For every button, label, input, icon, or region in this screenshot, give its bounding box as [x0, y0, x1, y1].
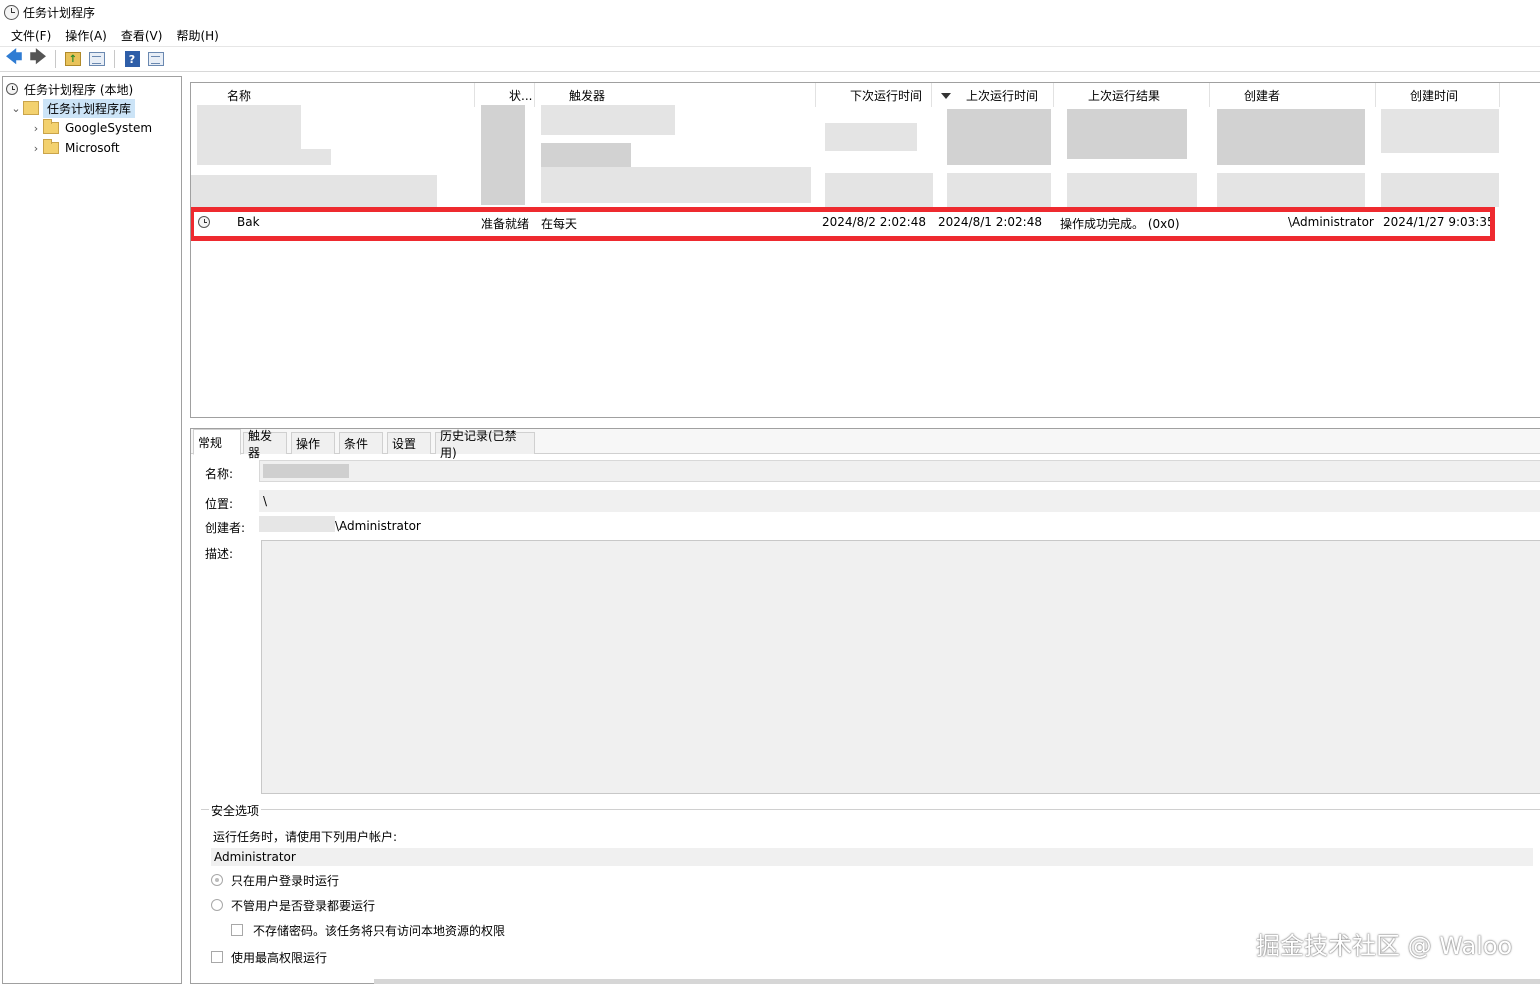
- description-label: 描述:: [205, 547, 234, 561]
- checkbox-do-not-store-password[interactable]: [231, 924, 243, 936]
- horizontal-scrollbar[interactable]: [374, 979, 1540, 984]
- menu-help[interactable]: 帮助(H): [169, 27, 225, 44]
- column-header-author[interactable]: 创建者: [1210, 83, 1376, 107]
- menu-bar: 文件(F) 操作(A) 查看(V) 帮助(H): [0, 24, 1540, 46]
- up-folder-icon: ↑: [65, 52, 81, 66]
- tree-item-label: 任务计划程序库: [43, 98, 136, 118]
- column-header-last-run[interactable]: 上次运行时间: [932, 83, 1054, 107]
- location-field[interactable]: \: [259, 490, 1540, 512]
- checkbox-run-highest-privileges-label: 使用最高权限运行: [231, 951, 328, 965]
- column-header-created[interactable]: 创建时间: [1376, 83, 1500, 107]
- chevron-right-icon[interactable]: ›: [29, 122, 43, 135]
- column-header-status[interactable]: 状...: [475, 83, 535, 107]
- tree-item-library[interactable]: ⌄ 任务计划程序库: [9, 98, 136, 118]
- column-header-trigger[interactable]: 触发器: [535, 83, 816, 107]
- security-options-legend: 安全选项: [209, 802, 262, 819]
- name-field[interactable]: [259, 460, 1540, 482]
- tab-conditions[interactable]: 条件: [339, 432, 383, 454]
- toolbar-separator: [114, 50, 115, 68]
- help-icon: ?: [124, 51, 140, 67]
- checkbox-run-highest-privileges[interactable]: [211, 951, 223, 963]
- red-highlight-annotation: [191, 207, 1495, 241]
- tree-item-label: GoogleSystem: [65, 121, 153, 135]
- tree-item-label: 任务计划程序 (本地): [24, 82, 134, 97]
- radio-run-only-logged-on[interactable]: [211, 874, 223, 886]
- tab-actions[interactable]: 操作: [291, 432, 335, 454]
- toolbar-separator: [55, 50, 56, 68]
- folder-icon: [43, 119, 59, 134]
- watermark: 掘金技术社区 @ Waloo: [1256, 932, 1513, 960]
- task-detail-pane: 常规 触发器 操作 条件 设置 历史记录(已禁用) 名称: 位置: \ 创建者:…: [190, 428, 1540, 984]
- tree-item-label: Microsoft: [65, 141, 120, 155]
- task-list: 名称 状... 触发器 下次运行时间 上次运行时间 上次运行结果 创建者 创建时…: [190, 82, 1540, 418]
- user-account-field: Administrator: [211, 848, 1533, 866]
- chevron-down-icon[interactable]: ⌄: [9, 102, 23, 115]
- redacted-name: [263, 464, 349, 478]
- tree-item-root[interactable]: 任务计划程序 (本地): [6, 79, 133, 99]
- action-pane-icon: [148, 52, 164, 66]
- redacted-author: [259, 516, 335, 532]
- tree-item-googlesystem[interactable]: › GoogleSystem: [29, 118, 152, 138]
- column-header-last-result[interactable]: 上次运行结果: [1054, 83, 1210, 107]
- task-scheduler-clock-icon: [4, 4, 19, 20]
- column-header-name[interactable]: 名称: [191, 83, 475, 107]
- show-hide-console-tree-button[interactable]: [87, 49, 107, 69]
- menu-action[interactable]: 操作(A): [58, 27, 114, 44]
- task-scheduler-clock-icon: [6, 83, 18, 95]
- console-tree: 任务计划程序 (本地) ⌄ 任务计划程序库 › GoogleSystem › M…: [2, 76, 182, 984]
- chevron-right-icon[interactable]: ›: [29, 142, 43, 155]
- console-tree-icon: [89, 52, 105, 66]
- menu-view[interactable]: 查看(V): [114, 27, 170, 44]
- forward-icon[interactable]: 🡆: [28, 47, 48, 69]
- tab-triggers[interactable]: 触发器: [243, 429, 287, 460]
- folder-icon: [43, 139, 59, 154]
- radio-run-whether-logged-on[interactable]: [211, 899, 223, 911]
- run-as-prompt: 运行任务时，请使用下列用户帐户:: [213, 830, 398, 844]
- name-label: 名称:: [205, 467, 234, 481]
- tab-history[interactable]: 历史记录(已禁用): [435, 429, 535, 460]
- checkbox-do-not-store-password-label: 不存储密码。该任务将只有访问本地资源的权限: [253, 924, 506, 938]
- radio-run-whether-logged-on-label: 不管用户是否登录都要运行: [231, 899, 376, 913]
- location-label: 位置:: [205, 497, 234, 511]
- author-value: \Administrator: [335, 519, 421, 533]
- description-field[interactable]: [261, 540, 1540, 794]
- tab-general[interactable]: 常规: [193, 429, 241, 455]
- radio-run-only-logged-on-label: 只在用户登录时运行: [231, 874, 340, 888]
- toolbar: 🡄 🡆 ↑ ?: [0, 46, 1540, 72]
- up-folder-button[interactable]: ↑: [63, 49, 83, 69]
- author-label: 创建者:: [205, 521, 246, 535]
- back-icon[interactable]: 🡄: [4, 47, 24, 69]
- menu-file[interactable]: 文件(F): [4, 27, 58, 44]
- detail-tabs: 常规 触发器 操作 条件 设置 历史记录(已禁用): [191, 429, 1540, 460]
- tree-item-microsoft[interactable]: › Microsoft: [29, 138, 120, 158]
- title-bar: 任务计划程序: [0, 0, 1540, 24]
- library-folder-icon: [23, 101, 39, 115]
- window-title: 任务计划程序: [23, 5, 96, 20]
- help-button[interactable]: ?: [122, 49, 142, 69]
- action-pane-button[interactable]: [146, 49, 166, 69]
- column-header-next-run[interactable]: 下次运行时间: [816, 83, 932, 107]
- tab-settings[interactable]: 设置: [387, 432, 431, 454]
